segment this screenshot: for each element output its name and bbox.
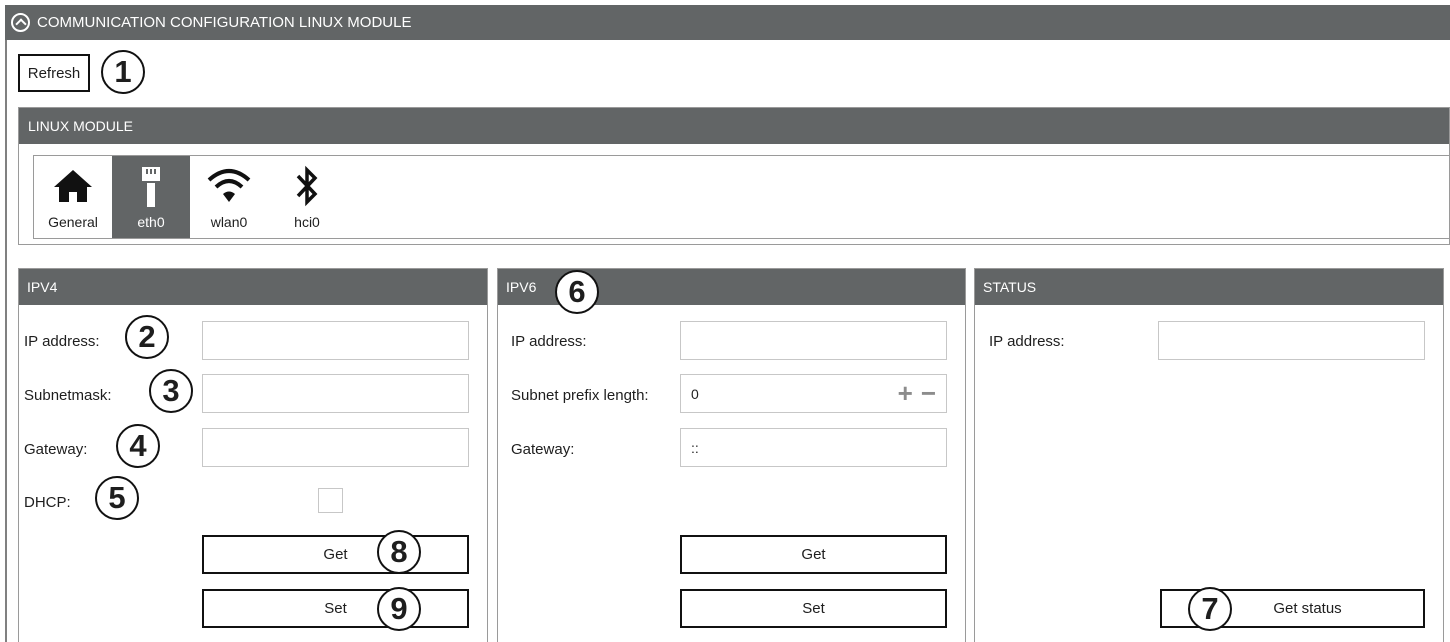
interface-tab-wlan0[interactable]: wlan0 [190,156,268,238]
ipv4-gateway-label: Gateway: [24,441,88,458]
get-status-label: Get status [1273,600,1342,617]
wifi-icon [207,164,251,208]
interface-tab-eth0[interactable]: eth0 [112,156,190,238]
callout-3: 3 [149,369,193,413]
ipv4-subnet-field[interactable] [202,374,469,413]
refresh-button[interactable]: Refresh [18,54,90,92]
ipv4-gateway-field[interactable] [202,428,469,467]
ipv4-get-button[interactable]: Get [202,535,469,574]
minus-icon[interactable]: − [921,380,936,406]
dhcp-checkbox[interactable] [318,488,343,513]
callout-9: 9 [377,587,421,631]
stepper-controls: + − [898,380,936,406]
interface-label: hci0 [294,214,320,230]
interface-label: General [48,214,98,230]
callout-6: 6 [555,270,599,314]
ipv6-ip-field[interactable] [680,321,947,360]
section-title: LINUX MODULE [19,108,1449,144]
callout-4: 4 [116,424,160,468]
panel-title: IPV4 [19,269,487,305]
ipv4-ip-label: IP address: [24,333,100,350]
ipv6-gateway-label: Gateway: [511,441,575,458]
ipv4-ip-field[interactable] [202,321,469,360]
bluetooth-icon [294,164,320,208]
callout-1: 1 [101,50,145,94]
interface-tab-general[interactable]: General [34,156,112,238]
status-ip-field[interactable] [1158,321,1425,360]
ethernet-icon [139,164,163,208]
ipv6-ip-label: IP address: [511,333,587,350]
status-ip-label: IP address: [989,333,1065,350]
callout-8: 8 [377,530,421,574]
prefix-value: 0 [691,385,699,402]
callout-2: 2 [125,315,169,359]
interface-label: wlan0 [210,214,248,230]
left-border [5,40,7,642]
panel-title: STATUS [975,269,1443,305]
ipv6-set-button[interactable]: Set [680,589,947,628]
window-title-bar: COMMUNICATION CONFIGURATION LINUX MODULE [5,5,1450,40]
interface-label: eth0 [137,214,165,230]
ipv6-prefix-label: Subnet prefix length: [511,387,649,404]
interface-bar: General eth0 wlan0 hci0 [33,155,1450,239]
ipv4-subnet-label: Subnetmask: [24,387,112,404]
collapse-icon[interactable] [11,13,30,32]
ipv6-get-button[interactable]: Get [680,535,947,574]
window-title: COMMUNICATION CONFIGURATION LINUX MODULE [37,14,412,31]
callout-7: 7 [1188,587,1232,631]
plus-icon[interactable]: + [898,380,913,406]
callout-5: 5 [95,476,139,520]
home-icon [53,164,93,208]
ipv6-prefix-stepper[interactable]: 0 + − [680,374,947,413]
ipv4-set-button[interactable]: Set [202,589,469,628]
ipv4-dhcp-label: DHCP: [24,494,71,511]
interface-tab-hci0[interactable]: hci0 [268,156,346,238]
ipv6-gateway-field[interactable]: :: [680,428,947,467]
